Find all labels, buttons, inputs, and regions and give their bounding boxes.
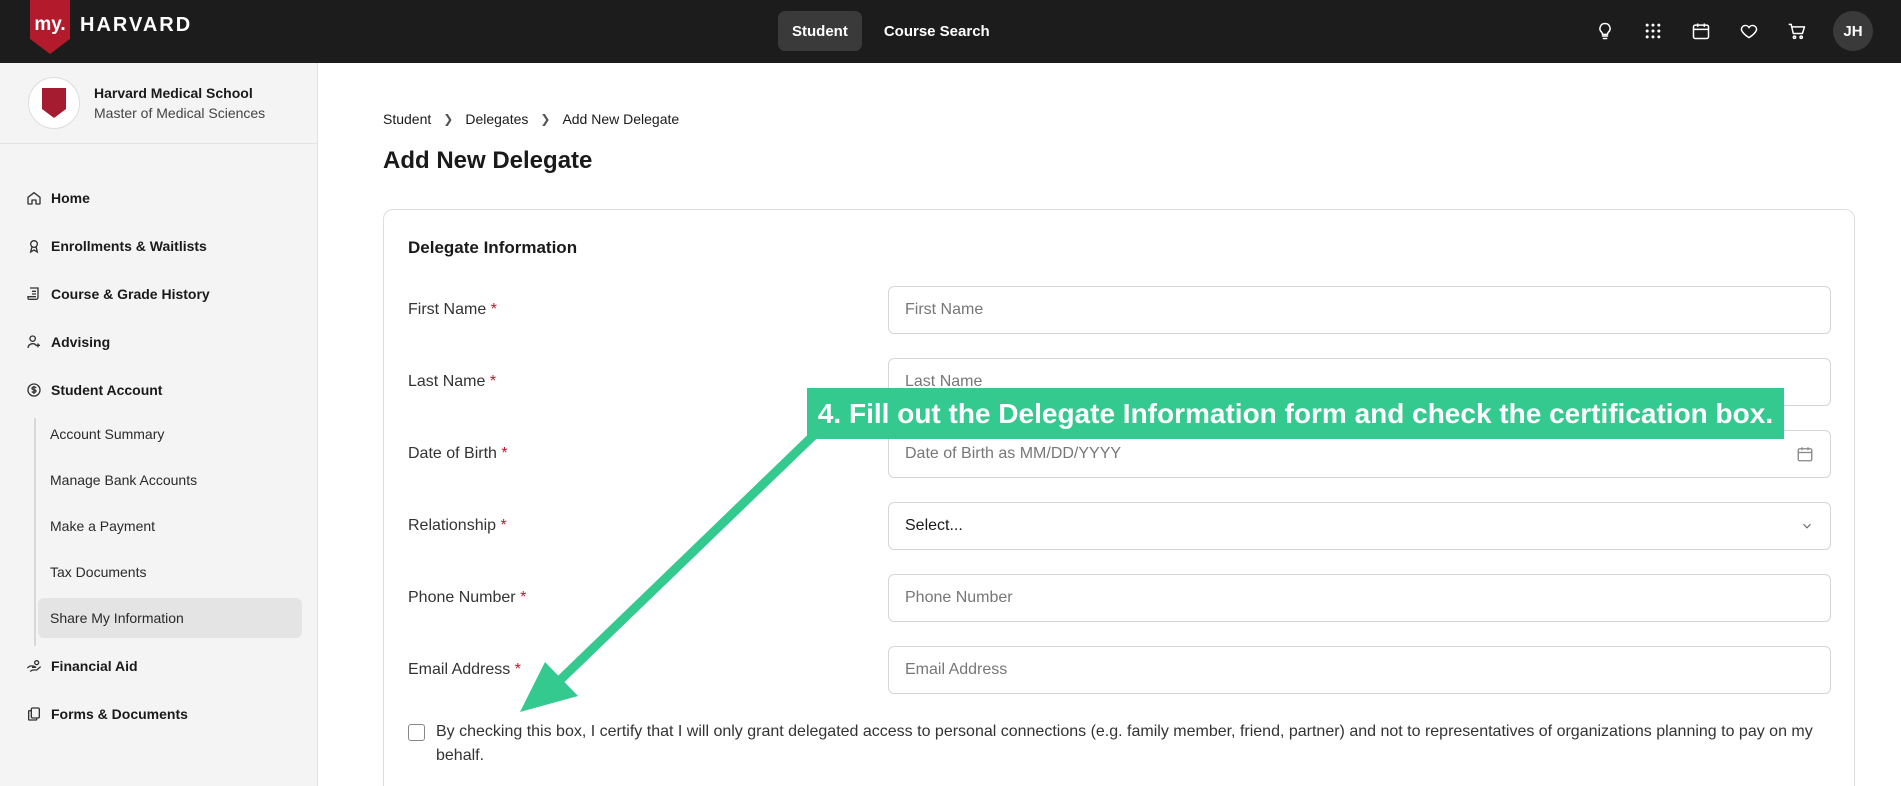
nav-student[interactable]: Student [778, 11, 862, 51]
calendar-icon[interactable] [1796, 445, 1814, 463]
page-title: Add New Delegate [383, 147, 593, 174]
sidebar-item-forms-documents[interactable]: Forms & Documents [26, 702, 188, 726]
logo-wordmark: HARVARD [80, 13, 193, 36]
ribbon-icon [29, 240, 39, 254]
my-harvard-logo[interactable]: my. HARVARD [30, 0, 192, 54]
sidebar-item-student-account[interactable]: Student Account [26, 378, 162, 402]
sidebar-subitem-share-my-information[interactable]: Share My Information [38, 598, 302, 638]
chevron-right-icon: ❯ [443, 112, 454, 126]
chevron-right-icon: ❯ [540, 112, 551, 126]
heart-icon[interactable] [1737, 19, 1761, 43]
breadcrumb-student[interactable]: Student [383, 111, 431, 127]
sidebar: Harvard Medical School Master of Medical… [0, 63, 318, 786]
email-address-input[interactable] [888, 646, 1831, 694]
top-navigation-bar: my. HARVARD Student Course Search JH [0, 0, 1901, 63]
home-icon [27, 192, 41, 205]
harvard-shield-icon: my. [30, 0, 70, 54]
sidebar-subitem-account-summary[interactable]: Account Summary [50, 422, 164, 446]
user-avatar[interactable]: JH [1833, 11, 1873, 51]
first-name-label: First Name * [408, 301, 497, 318]
certification-text: By checking this box, I certify that I w… [436, 723, 1813, 764]
hms-shield-icon [42, 88, 66, 118]
sidebar-item-financial-aid[interactable]: Financial Aid [26, 654, 138, 678]
school-logo [28, 77, 80, 129]
breadcrumb: Student ❯ Delegates ❯ Add New Delegate [383, 111, 679, 127]
person-icon [27, 335, 40, 349]
card-title: Delegate Information [408, 238, 578, 257]
nav-course-search[interactable]: Course Search [870, 11, 1004, 51]
submenu-line [34, 418, 36, 646]
first-name-input[interactable] [888, 286, 1831, 334]
scroll-icon [27, 287, 39, 300]
dollar-icon [27, 383, 41, 397]
lightbulb-icon[interactable] [1593, 19, 1617, 43]
relationship-select[interactable]: Select... [888, 502, 1831, 550]
sidebar-item-course-grade-history[interactable]: Course & Grade History [26, 282, 210, 306]
school-program: Master of Medical Sciences [94, 105, 266, 121]
chevron-down-icon [1803, 523, 1811, 529]
sidebar-subitem-tax-documents[interactable]: Tax Documents [50, 560, 146, 584]
sidebar-item-advising[interactable]: Advising [26, 330, 110, 354]
header-actions: JH [1593, 11, 1873, 51]
cart-icon[interactable] [1785, 19, 1809, 43]
sidebar-subitem-manage-bank-accounts[interactable]: Manage Bank Accounts [50, 468, 197, 492]
sidebar-item-enrollments[interactable]: Enrollments & Waitlists [26, 234, 207, 258]
breadcrumb-delegates[interactable]: Delegates [465, 111, 528, 127]
sidebar-item-home[interactable]: Home [26, 186, 90, 210]
email-address-label: Email Address * [408, 661, 521, 678]
tutorial-callout: 4. Fill out the Delegate Information for… [807, 388, 1784, 439]
date-of-birth-label: Date of Birth * [408, 445, 508, 462]
school-header: Harvard Medical School Master of Medical… [0, 63, 317, 144]
certification-checkbox[interactable] [408, 724, 425, 741]
delegate-information-card: Delegate Information First Name * Last N… [383, 209, 1855, 786]
phone-number-label: Phone Number * [408, 589, 527, 606]
certification-row: By checking this box, I certify that I w… [408, 720, 1818, 768]
sidebar-subitem-make-payment[interactable]: Make a Payment [50, 514, 155, 538]
last-name-label: Last Name * [408, 373, 497, 390]
breadcrumb-current: Add New Delegate [562, 111, 680, 127]
hand-coin-icon [26, 660, 42, 672]
main-nav: Student Course Search [778, 11, 1004, 51]
calendar-icon[interactable] [1689, 19, 1713, 43]
documents-icon [28, 707, 40, 721]
phone-number-input[interactable] [888, 574, 1831, 622]
apps-grid-icon[interactable] [1641, 19, 1665, 43]
relationship-label: Relationship * [408, 517, 507, 534]
school-name: Harvard Medical School [94, 85, 253, 101]
